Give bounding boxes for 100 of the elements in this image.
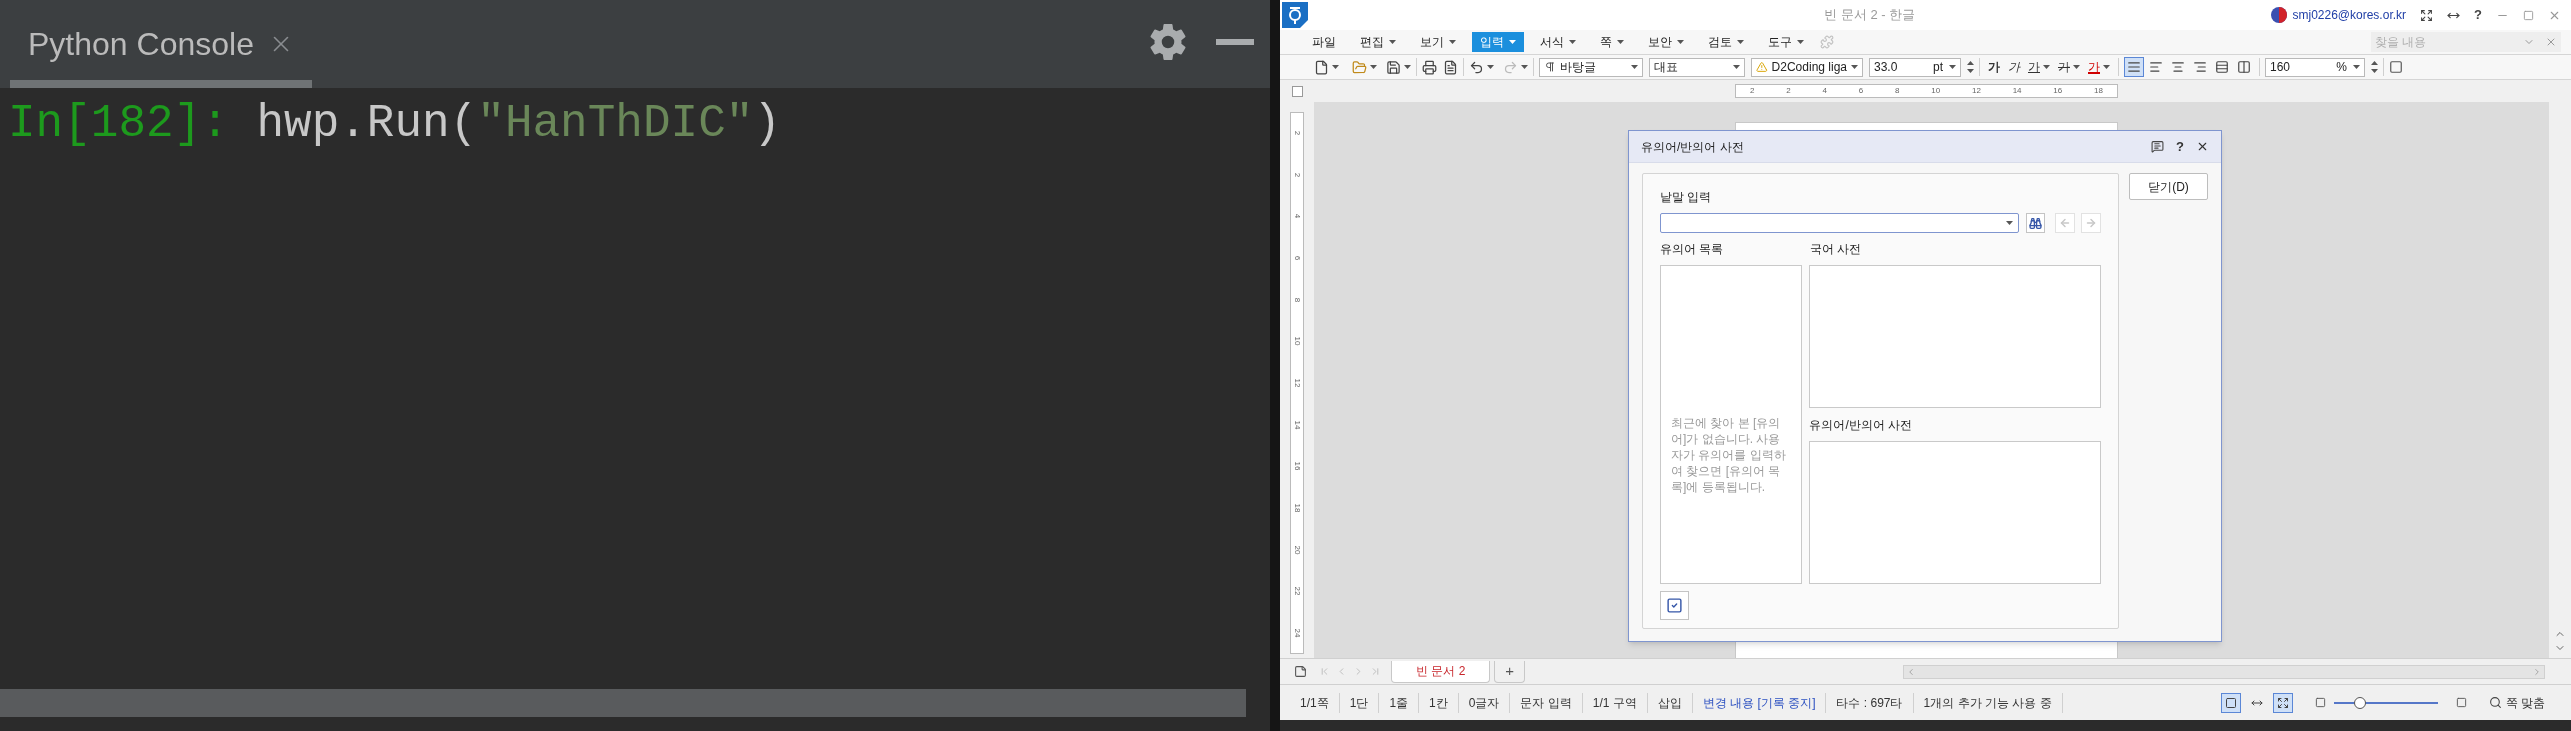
- printer-icon[interactable]: [1422, 59, 1437, 75]
- hint-text: 최근에 찾아 본 [유의어]가 없습니다. 사용자가 유의어를 입력하여 찾으면 [유의어 목록]에 등록됩니다.: [1671, 414, 1787, 495]
- save-icon[interactable]: [1386, 59, 1401, 75]
- zoom-slider-track[interactable]: [2333, 696, 2438, 709]
- status-link[interactable]: 변경 내용 [기록 중지]: [1692, 692, 1827, 713]
- preview-icon[interactable]: [1443, 59, 1458, 75]
- view-mode-button[interactable]: [2272, 692, 2293, 713]
- zoom-out-icon[interactable]: [2314, 697, 2326, 708]
- status-item: 타수 : 697타: [1826, 692, 1914, 713]
- caret-icon: [1797, 40, 1804, 44]
- caret-icon: [1851, 65, 1858, 69]
- format-button[interactable]: 가: [2005, 57, 2023, 77]
- ruler-corner[interactable]: [1291, 85, 1303, 97]
- font-size-field[interactable]: 33.0 pt: [1869, 57, 1961, 77]
- menu-item[interactable]: 서식: [1532, 32, 1584, 52]
- zoom-in-icon[interactable]: [2455, 697, 2467, 708]
- zoom-slider-thumb[interactable]: [2353, 696, 2366, 709]
- ruler-number: 12: [1292, 378, 1303, 388]
- view-mode-button[interactable]: [2220, 692, 2241, 713]
- folder-icon[interactable]: [1352, 59, 1367, 75]
- caret-icon: [1370, 65, 1377, 69]
- window-title: 빈 문서 2 - 한글: [1824, 6, 1916, 25]
- close-button[interactable]: 닫기(D): [2129, 173, 2208, 200]
- status-item: 1개의 추가 기능 사용 중: [1913, 692, 2063, 713]
- ruler-number: 2: [1786, 85, 1791, 97]
- word-input-field[interactable]: [1660, 213, 2020, 233]
- caret-icon: [2043, 65, 2050, 69]
- align-center-icon: [2171, 60, 2185, 74]
- ruler-number: 2: [1750, 85, 1755, 97]
- style-dropdown[interactable]: 바탕글: [1539, 57, 1643, 77]
- status-item: 1칸: [1419, 692, 1459, 713]
- format-button[interactable]: 가: [1985, 57, 2003, 77]
- align-left-icon: [2149, 60, 2163, 74]
- search-field[interactable]: 찾을 내용: [2371, 32, 2561, 52]
- field-label: 낱말 입력: [1660, 189, 1713, 206]
- close-icon[interactable]: [2196, 140, 2209, 153]
- section-label: 국어 사전: [1810, 241, 1862, 258]
- section-label: 유의어 목록: [1660, 241, 1725, 258]
- format-button[interactable]: 가: [2025, 57, 2053, 77]
- new-tab-button[interactable]: +: [1494, 660, 1526, 683]
- caret-icon: [1617, 40, 1624, 44]
- ruler-number: 16: [1292, 461, 1303, 471]
- menu-item[interactable]: 보기: [1412, 32, 1464, 52]
- language-dropdown[interactable]: 대표: [1649, 57, 1745, 77]
- binoculars-icon: [2029, 216, 2043, 230]
- status-item: 1/1쪽: [1290, 692, 1340, 713]
- caret-icon: [1449, 40, 1456, 44]
- document-tab[interactable]: 빈 문서 2: [1391, 660, 1491, 683]
- help-button[interactable]: ?: [2176, 136, 2184, 157]
- menu-item[interactable]: 편집: [1352, 32, 1404, 52]
- columns-icon: [2237, 60, 2251, 74]
- note-icon[interactable]: [1294, 665, 1307, 678]
- caret-icon: [1487, 65, 1494, 69]
- checklist-button[interactable]: [1660, 591, 1689, 620]
- style-icon: [1544, 61, 1556, 73]
- ruler-number: 2: [1292, 172, 1303, 177]
- zoom-field[interactable]: 160 %: [2265, 57, 2365, 77]
- ruler-number: 6: [1858, 85, 1864, 97]
- menu-item[interactable]: 파일: [1304, 32, 1344, 52]
- search-input[interactable]: 찾을 내용: [2375, 33, 2523, 51]
- caret-icon: [1733, 65, 1740, 69]
- status-item: 1/1 구역: [1582, 692, 1648, 713]
- caret-icon: [1677, 40, 1684, 44]
- ruler-number: 8: [1895, 85, 1900, 97]
- fit-page-button[interactable]: 쪽 맞춤: [2488, 693, 2545, 712]
- account-link[interactable]: smj0226@kores.or.kr: [2292, 6, 2407, 24]
- caret-icon: [2073, 65, 2080, 69]
- app-logo-icon[interactable]: [1282, 2, 1308, 28]
- maximize-icon[interactable]: [2523, 9, 2534, 21]
- ruler-number: 12: [1971, 85, 1981, 97]
- avatar-icon[interactable]: [2271, 7, 2288, 23]
- comment-icon[interactable]: [2151, 140, 2165, 153]
- format-button[interactable]: 가: [2085, 57, 2113, 77]
- new-document-icon[interactable]: [1314, 59, 1329, 75]
- caret-icon: [1332, 65, 1339, 69]
- caret-icon: [1569, 40, 1576, 44]
- font-dropdown[interactable]: D2Coding liga: [1751, 57, 1863, 77]
- undo-icon[interactable]: [1469, 59, 1484, 75]
- expand-icon[interactable]: [2420, 8, 2434, 22]
- menu-item[interactable]: 검토: [1700, 32, 1752, 52]
- settings-icon[interactable]: [1148, 22, 1188, 62]
- spinner-icon[interactable]: [1967, 60, 1974, 74]
- ruler-number: 14: [2012, 85, 2022, 97]
- caret-icon: [1631, 65, 1638, 69]
- status-item: 1줄: [1379, 692, 1420, 713]
- ruler-number: 22: [1292, 586, 1303, 596]
- menu-item[interactable]: 쪽: [1592, 32, 1632, 52]
- align-button[interactable]: [2124, 57, 2144, 77]
- menu-item[interactable]: 도구: [1760, 32, 1812, 52]
- ruler-number: 24: [1292, 628, 1303, 638]
- menu-item[interactable]: 보안: [1640, 32, 1692, 52]
- scrollbar[interactable]: [0, 689, 1246, 717]
- square-icon[interactable]: [2389, 60, 2403, 74]
- caret-icon: [1737, 40, 1744, 44]
- spinner-icon[interactable]: [2371, 60, 2378, 74]
- status-item: 삽입: [1647, 692, 1693, 713]
- format-button[interactable]: 가: [2055, 57, 2083, 77]
- caret-icon: [2353, 65, 2360, 69]
- help-button[interactable]: ?: [2474, 5, 2482, 25]
- search-button[interactable]: [2026, 213, 2046, 233]
